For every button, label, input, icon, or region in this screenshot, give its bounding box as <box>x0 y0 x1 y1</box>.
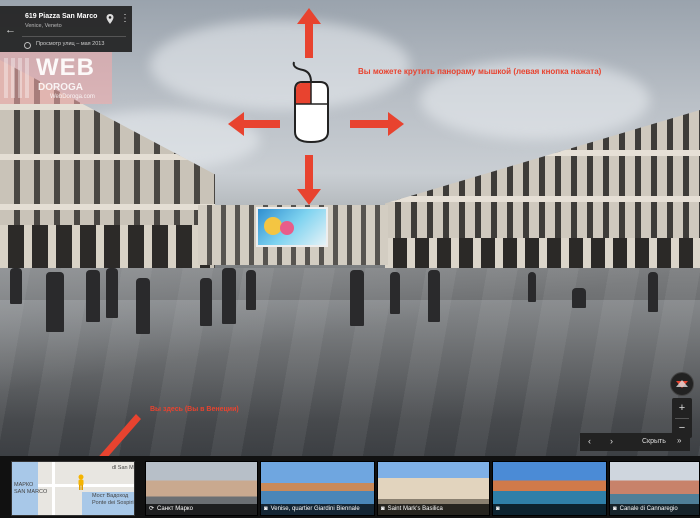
thumbnail-giardini[interactable]: ◙ Venise, quartier Giardini Biennale <box>260 461 375 516</box>
thumbnail-caption: ◙ Canale di Cannaregio <box>610 504 699 515</box>
prev-photo-button[interactable]: ‹ <box>588 436 591 446</box>
chevron-down-icon[interactable]: » <box>677 436 681 445</box>
map-label: SAN MARCO <box>14 489 48 495</box>
map-label: МАРКО <box>14 482 34 488</box>
camera-icon: ◙ <box>381 506 385 512</box>
next-photo-button[interactable]: › <box>610 436 613 446</box>
thumbnail-caption-text: Санкт Марко <box>157 506 193 512</box>
arrow-right-icon <box>350 112 404 136</box>
arrow-to-map-icon <box>99 414 141 456</box>
thumbnail-caption-text: Saint Mark's Basilica <box>387 506 443 512</box>
camera-icon: ◙ <box>496 506 500 512</box>
arrow-down-icon <box>297 155 321 205</box>
thumbnail-canal[interactable]: ◙ <box>492 461 607 516</box>
thumbnail-basilica[interactable]: ◙ Saint Mark's Basilica <box>377 461 490 516</box>
thumbnail-caption: ◙ Saint Mark's Basilica <box>378 504 489 515</box>
pano-360-icon: ⟳ <box>149 506 155 512</box>
map-label: Ponte dei Sospiri <box>92 500 134 506</box>
zoom-control: + − <box>672 398 692 438</box>
divider <box>675 418 689 419</box>
thumbnail-caption: ◙ Venise, quartier Giardini Biennale <box>261 504 374 515</box>
camera-icon: ◙ <box>613 506 617 512</box>
filmstrip-toggle-bar: ‹ › Скрыть » <box>580 433 690 451</box>
thumbnail-caption: ⟳ Санкт Марко <box>146 504 257 515</box>
photo-filmstrip: МАРКО SAN MARCO Мост Вадоход Ponte dei S… <box>0 456 700 518</box>
drag-hint-text: Вы можете крутить панораму мышкой (левая… <box>358 67 602 76</box>
thumbnail-caption-text: Venise, quartier Giardini Biennale <box>270 506 360 512</box>
compass-icon <box>676 380 688 388</box>
map-hint-text: Вы здесь (Вы в Венеции) <box>150 406 239 413</box>
camera-icon: ◙ <box>264 506 268 512</box>
arrow-up-icon <box>297 8 321 58</box>
map-label: Мост Вадоход <box>92 493 129 499</box>
thumbnail-cannaregio[interactable]: ◙ Canale di Cannaregio <box>609 461 700 516</box>
minimap[interactable]: МАРКО SAN MARCO Мост Вадоход Ponte dei S… <box>11 461 135 516</box>
thumbnail-caption-text: Canale di Cannaregio <box>619 506 678 512</box>
map-label: dl San M <box>112 465 134 471</box>
hide-filmstrip-button[interactable]: Скрыть <box>642 438 666 445</box>
map-road <box>52 462 55 515</box>
pegman-icon[interactable] <box>76 474 86 490</box>
thumbnail-san-marco[interactable]: ⟳ Санкт Марко <box>145 461 258 516</box>
arrow-left-icon <box>228 112 280 136</box>
zoom-in-button[interactable]: + <box>672 398 692 418</box>
mouse-icon <box>292 61 329 144</box>
map-road <box>38 484 134 487</box>
compass-button[interactable] <box>670 372 694 396</box>
thumbnail-caption: ◙ <box>493 504 606 515</box>
